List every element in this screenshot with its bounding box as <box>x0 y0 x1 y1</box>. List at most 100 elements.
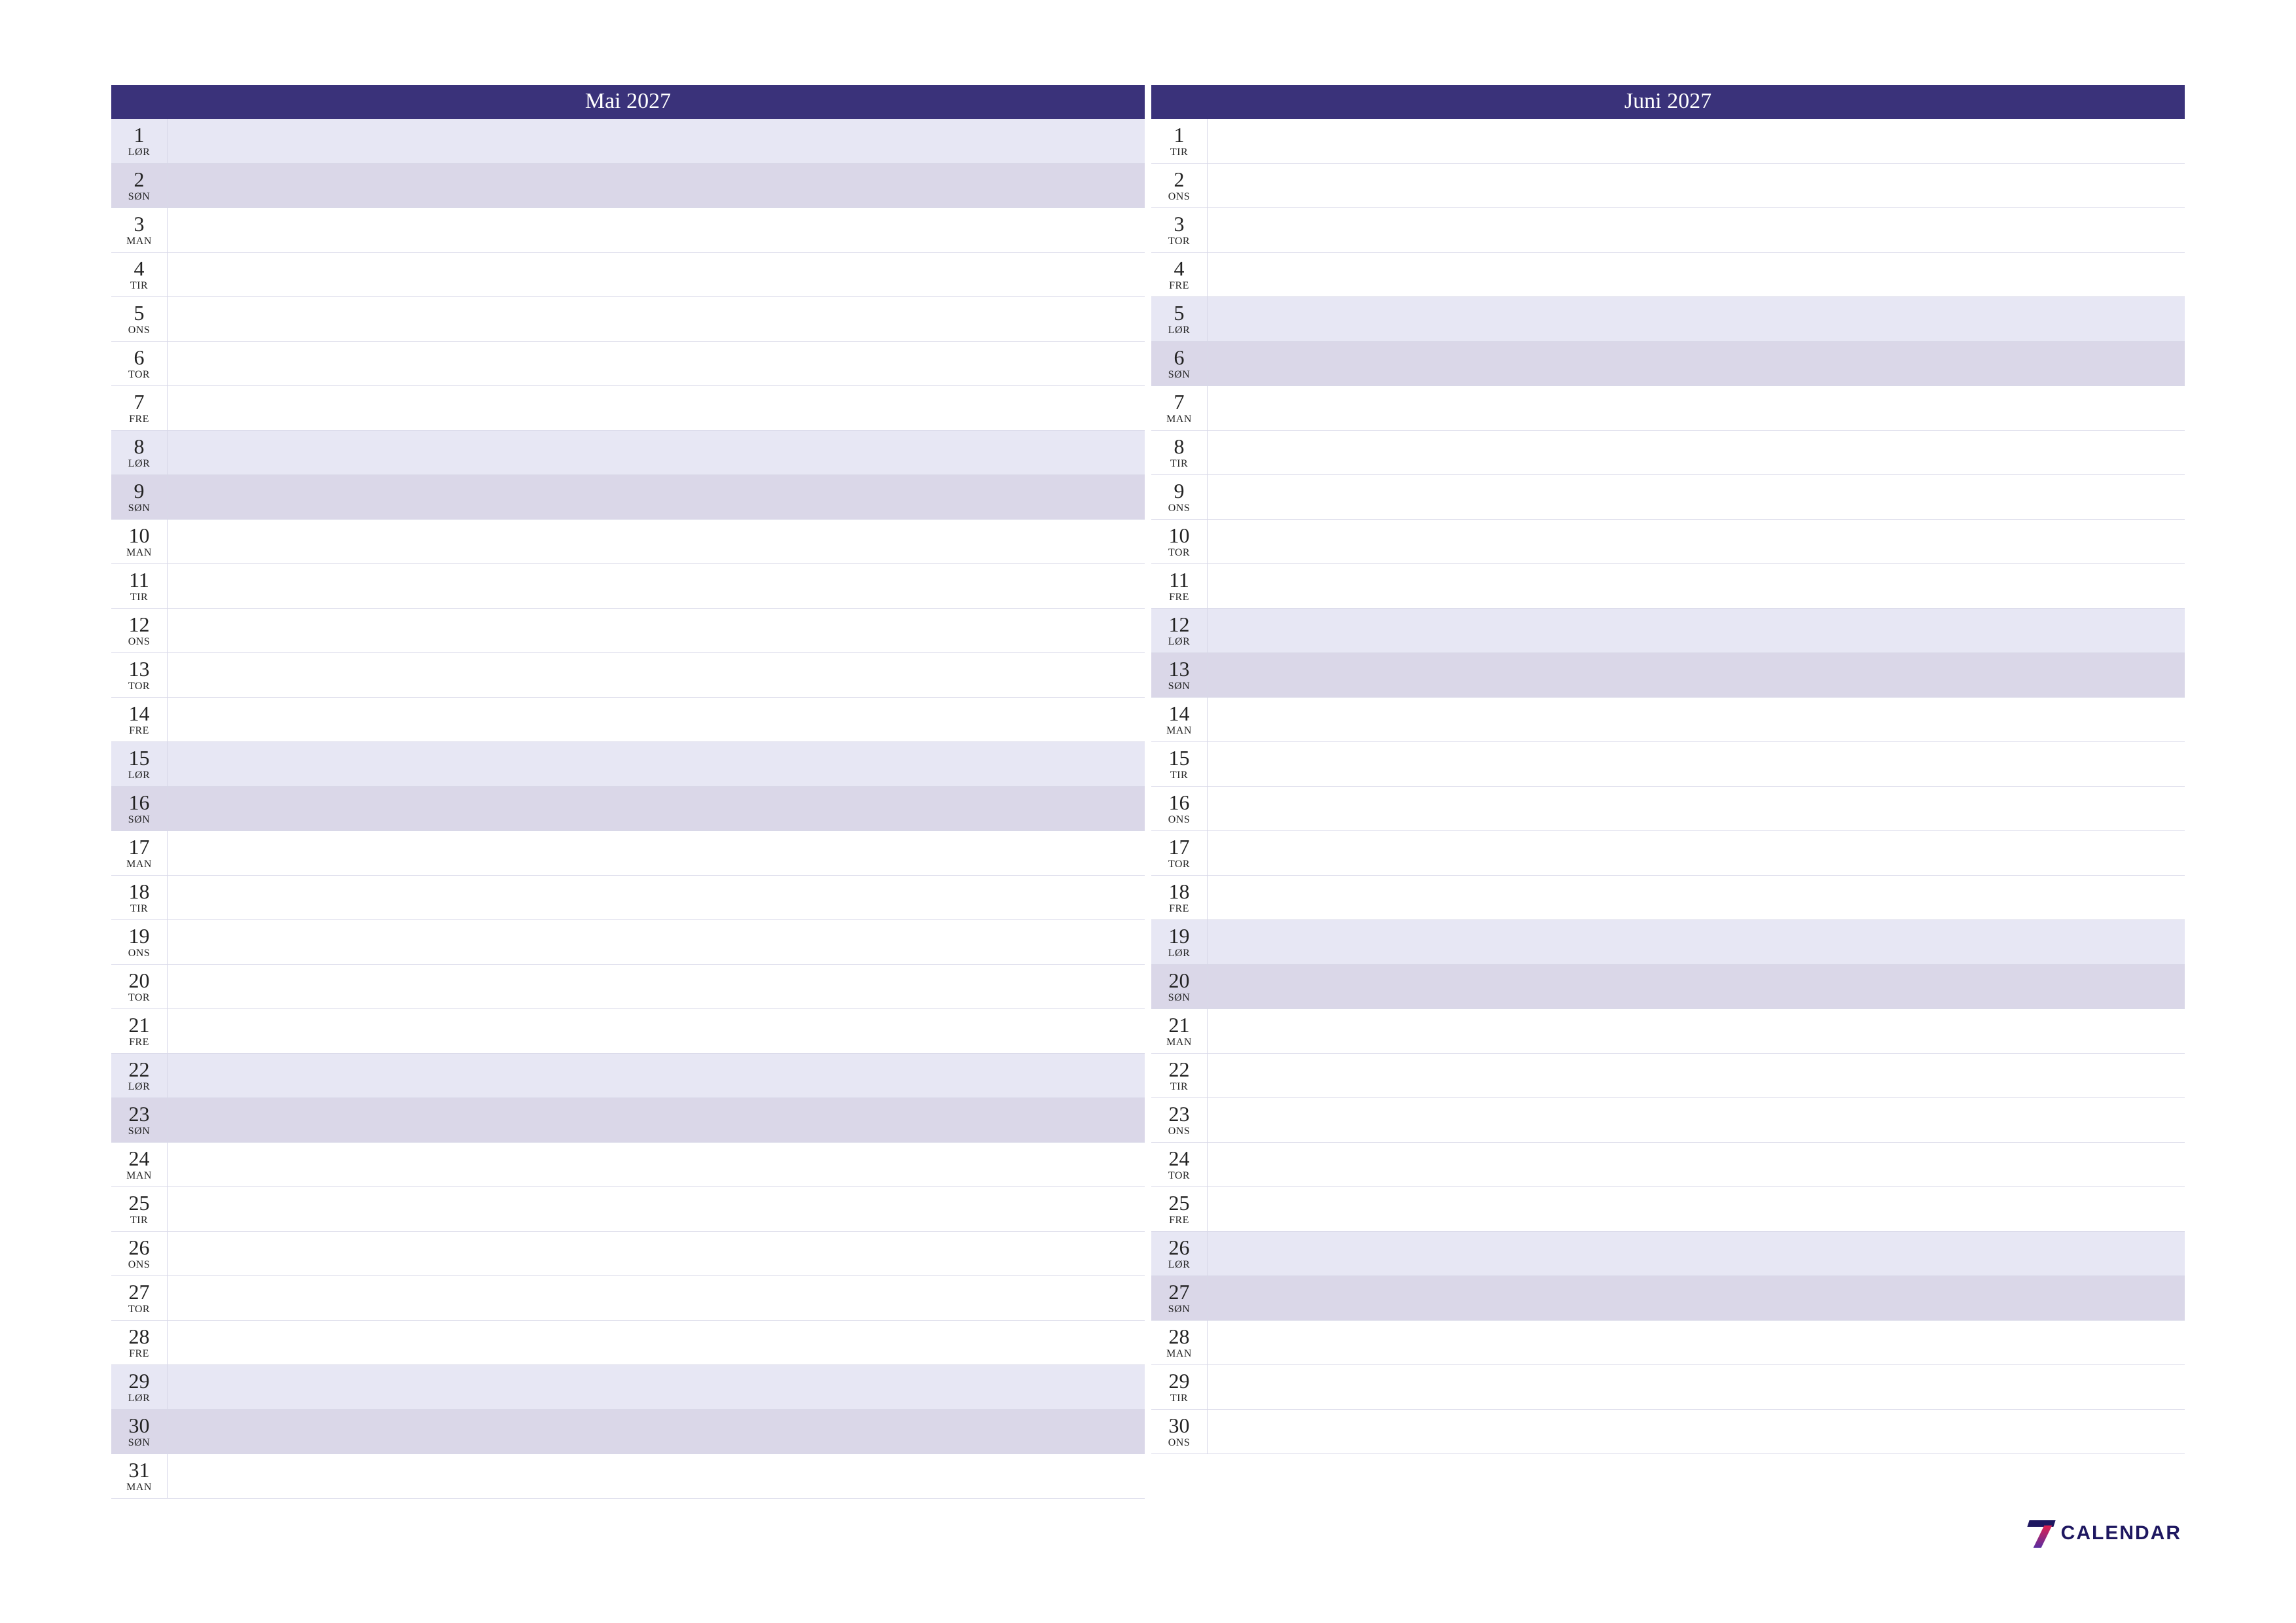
month-days: 1TIR2ONS3TOR4FRE5LØR6SØN7MAN8TIR9ONS10TO… <box>1151 119 2185 1499</box>
day-note-area <box>168 386 1145 430</box>
day-label: 11 FRE <box>1151 564 1208 608</box>
day-note-area <box>168 698 1145 741</box>
day-row: 21MAN <box>1151 1009 2185 1054</box>
day-row: 30SØN <box>111 1410 1145 1454</box>
day-number: 10 <box>129 525 150 546</box>
day-row: 31MAN <box>111 1454 1145 1499</box>
day-note-area <box>168 1187 1145 1231</box>
day-note-area <box>1208 876 2185 919</box>
day-note-area <box>168 1098 1145 1142</box>
day-label: 10MAN <box>111 520 168 563</box>
day-note-area <box>168 1232 1145 1275</box>
day-row: 10MAN <box>111 520 1145 564</box>
day-weekday: ONS <box>1168 191 1191 203</box>
day-row: 19LØR <box>1151 920 2185 965</box>
day-label: 3MAN <box>111 208 168 252</box>
day-number: 20 <box>1169 970 1190 991</box>
day-weekday: TOR <box>128 1304 150 1315</box>
day-label: 10TOR <box>1151 520 1208 563</box>
day-weekday: LØR <box>128 1081 151 1093</box>
day-note-area <box>1208 1276 2185 1320</box>
day-label: 12LØR <box>1151 609 1208 652</box>
day-label: 21FRE <box>111 1009 168 1053</box>
day-note-area <box>168 965 1145 1008</box>
day-note-area <box>1208 208 2185 252</box>
day-label: 20TOR <box>111 965 168 1008</box>
day-weekday: MAN <box>126 1170 152 1182</box>
day-note-area <box>1208 1187 2185 1231</box>
day-weekday: FRE <box>1169 280 1189 292</box>
day-row: 4FRE <box>1151 253 2185 297</box>
day-number: 19 <box>1169 925 1190 946</box>
day-note-area <box>1208 1232 2185 1275</box>
day-row: 16SØN <box>111 787 1145 831</box>
day-label: 29LØR <box>111 1365 168 1409</box>
day-label: 24TOR <box>1151 1143 1208 1186</box>
day-row: 24TOR <box>1151 1143 2185 1187</box>
day-note-area <box>1208 297 2185 341</box>
day-number: 16 <box>129 792 150 813</box>
day-weekday: TOR <box>128 992 150 1004</box>
day-number: 11 <box>1169 569 1189 590</box>
day-number: 14 <box>1169 703 1190 724</box>
day-label: 28FRE <box>111 1321 168 1364</box>
day-label: 17MAN <box>111 831 168 875</box>
day-row: 4TIR <box>111 253 1145 297</box>
day-weekday: TIR <box>1170 458 1188 470</box>
day-number: 13 <box>1169 658 1190 679</box>
day-number: 11 <box>129 569 149 590</box>
day-note-area <box>1208 164 2185 207</box>
day-weekday: TIR <box>130 903 148 915</box>
day-number: 25 <box>129 1192 150 1213</box>
day-number: 27 <box>1169 1281 1190 1302</box>
day-number: 26 <box>1169 1237 1190 1258</box>
day-number: 7 <box>1174 391 1185 412</box>
day-weekday: TOR <box>1168 547 1190 559</box>
day-label: 5ONS <box>111 297 168 341</box>
day-number: 14 <box>129 703 150 724</box>
day-number: 4 <box>134 258 145 279</box>
day-number: 8 <box>134 436 145 457</box>
day-number: 28 <box>129 1326 150 1347</box>
day-label: 15LØR <box>111 742 168 786</box>
day-row: 10TOR <box>1151 520 2185 564</box>
day-weekday: FRE <box>129 1348 149 1360</box>
day-weekday: FRE <box>129 725 149 737</box>
day-label: 31MAN <box>111 1454 168 1498</box>
day-label: 27SØN <box>1151 1276 1208 1320</box>
day-number: 3 <box>1174 213 1185 234</box>
day-weekday: TIR <box>1170 147 1188 158</box>
day-row: 25FRE <box>1151 1187 2185 1232</box>
day-label: 18FRE <box>1151 876 1208 919</box>
day-label: 22LØR <box>111 1054 168 1097</box>
day-row: 17TOR <box>1151 831 2185 876</box>
day-weekday: SØN <box>1168 992 1191 1004</box>
day-number: 30 <box>1169 1415 1190 1436</box>
day-weekday: FRE <box>129 414 149 425</box>
day-number: 30 <box>129 1415 150 1436</box>
day-row: 6SØN <box>1151 342 2185 386</box>
day-weekday: FRE <box>1169 592 1189 603</box>
day-weekday: SØN <box>128 191 151 203</box>
day-row: 21FRE <box>111 1009 1145 1054</box>
day-weekday: TIR <box>1170 1393 1188 1404</box>
day-label: 16ONS <box>1151 787 1208 830</box>
day-number: 27 <box>129 1281 150 1302</box>
day-note-area <box>1208 564 2185 608</box>
day-row: 15LØR <box>111 742 1145 787</box>
day-label: 16SØN <box>111 787 168 830</box>
day-row: 18FRE <box>1151 876 2185 920</box>
day-note-area <box>1208 742 2185 786</box>
day-weekday: TOR <box>128 369 150 381</box>
day-row: 27SØN <box>1151 1276 2185 1321</box>
day-note-area <box>1208 831 2185 875</box>
day-note-area <box>168 920 1145 964</box>
day-label: 13SØN <box>1151 653 1208 697</box>
day-label: 6SØN <box>1151 342 1208 385</box>
day-row: 9SØN <box>111 475 1145 520</box>
day-note-area <box>1208 119 2185 163</box>
day-number: 24 <box>1169 1148 1190 1169</box>
day-weekday: LØR <box>1168 325 1191 336</box>
day-note-area <box>1208 1143 2185 1186</box>
day-note-area <box>1208 1054 2185 1097</box>
